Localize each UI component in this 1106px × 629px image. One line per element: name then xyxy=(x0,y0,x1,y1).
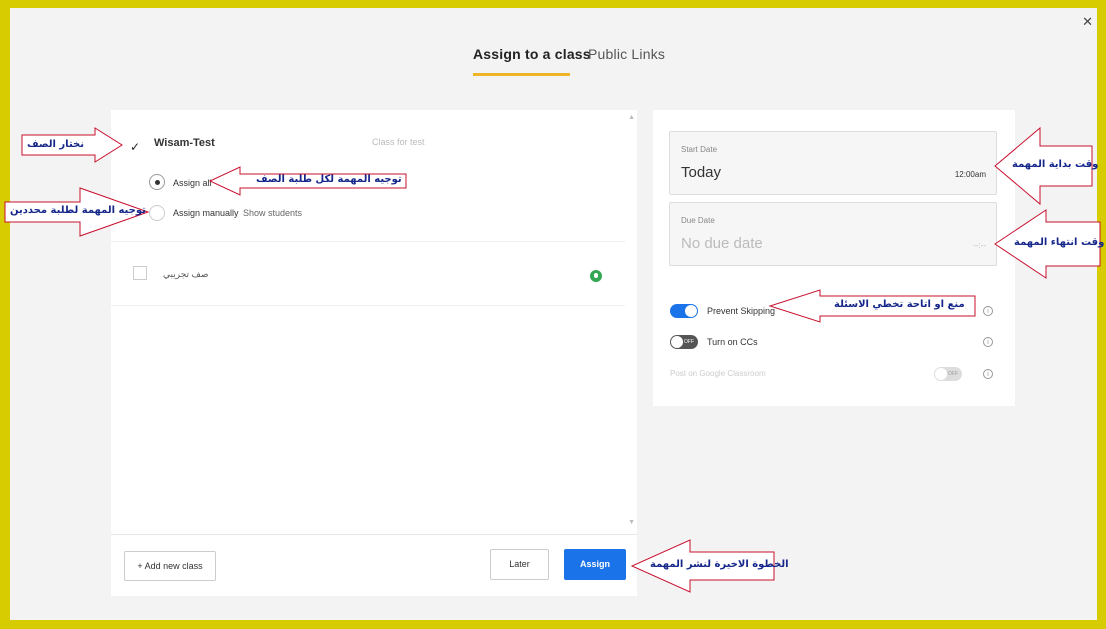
prevent-skipping-toggle[interactable] xyxy=(670,304,698,318)
class-checkbox[interactable] xyxy=(133,266,147,280)
info-icon[interactable]: i xyxy=(983,306,993,316)
scroll-up-icon[interactable]: ▲ xyxy=(628,114,635,121)
class-name: Wisam-Test xyxy=(154,137,215,149)
due-time-value[interactable]: --:-- xyxy=(973,241,986,250)
turn-on-ccs-label: Turn on CCs xyxy=(707,337,758,347)
info-icon[interactable]: i xyxy=(983,369,993,379)
class-checkbox-checked[interactable]: ✓ xyxy=(130,140,140,154)
toggle-off-text: OFF xyxy=(684,339,694,345)
tab-assign-to-class[interactable]: Assign to a class xyxy=(473,46,591,62)
prevent-skipping-label: Prevent Skipping xyxy=(707,306,776,316)
annotation-assign-all: توجيه المهمة لكل طلبة الصف xyxy=(256,174,402,185)
post-google-classroom-toggle[interactable]: OFF xyxy=(934,367,962,381)
assign-manually-radio[interactable] xyxy=(149,205,165,221)
info-icon[interactable]: i xyxy=(983,337,993,347)
active-tab-indicator xyxy=(473,73,570,76)
google-classroom-icon xyxy=(590,270,602,282)
due-date-value: No due date xyxy=(681,235,763,252)
scroll-down-icon[interactable]: ▼ xyxy=(628,519,635,526)
post-google-classroom-label: Post on Google Classroom xyxy=(670,369,766,378)
annotation-start-time: وقت بداية المهمة xyxy=(1012,159,1099,170)
annotation-final-step: الخطوة الاخيرة لنشر المهمة xyxy=(650,559,789,570)
start-date-label: Start Date xyxy=(681,145,718,154)
assign-all-radio[interactable] xyxy=(149,174,165,190)
add-new-class-button[interactable]: + Add new class xyxy=(124,551,216,581)
tab-bar: Assign to a class Public Links xyxy=(10,46,1097,86)
show-students-link[interactable]: Show students xyxy=(243,208,302,218)
close-icon[interactable]: ✕ xyxy=(1082,14,1093,30)
class-description: Class for test xyxy=(372,137,425,147)
class-item: صف تجريبي xyxy=(111,242,625,306)
assign-all-label[interactable]: Assign all xyxy=(173,178,212,188)
annotation-choose-class: نختار الصف xyxy=(27,139,84,150)
toggle-knob xyxy=(671,336,683,348)
scrollbar[interactable]: ▲ ▼ xyxy=(625,110,637,534)
assign-manually-label[interactable]: Assign manually xyxy=(173,208,239,218)
assign-dialog: ✕ Assign to a class Public Links ▲ ▼ ✓ W… xyxy=(10,8,1097,620)
start-date-field[interactable]: Start Date Today 12:00am xyxy=(669,131,997,195)
turn-on-ccs-toggle[interactable]: OFF xyxy=(670,335,698,349)
tab-public-links[interactable]: Public Links xyxy=(588,46,665,62)
toggle-knob xyxy=(685,305,697,317)
start-time-value[interactable]: 12:00am xyxy=(955,170,986,179)
assign-button[interactable]: Assign xyxy=(564,549,626,580)
annotation-end-time: وقت انتهاء المهمة xyxy=(1014,237,1105,248)
due-date-label: Due Date xyxy=(681,216,715,225)
panel-footer: + Add new class Later Assign xyxy=(111,534,637,596)
settings-panel: Start Date Today 12:00am Due Date No due… xyxy=(653,110,1015,406)
class-name: صف تجريبي xyxy=(163,269,209,279)
due-date-field[interactable]: Due Date No due date --:-- xyxy=(669,202,997,266)
toggle-off-text: OFF xyxy=(948,371,958,377)
start-date-value: Today xyxy=(681,164,722,181)
later-button[interactable]: Later xyxy=(490,549,549,580)
annotation-assign-specific: توجيه المهمة لطلبة محددين xyxy=(10,205,146,216)
toggle-knob xyxy=(935,368,947,380)
annotation-prevent-skip: منع او اتاحة تخطي الاسئلة xyxy=(834,299,965,310)
